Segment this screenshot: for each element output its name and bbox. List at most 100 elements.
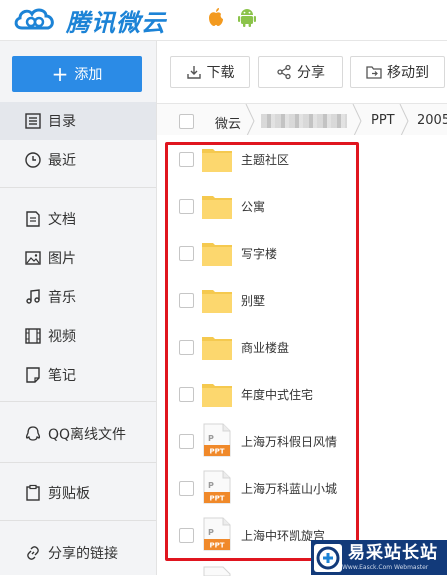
file-name[interactable]: 上海万科蓝山小城 <box>241 480 337 497</box>
android-icon[interactable] <box>238 7 256 27</box>
music-icon <box>24 288 42 306</box>
sidebar-item-label: 音乐 <box>48 290 76 306</box>
apple-icon[interactable] <box>208 7 224 27</box>
row-checkbox[interactable] <box>179 481 194 496</box>
file-name[interactable]: 年度中式住宅 <box>241 386 313 403</box>
sidebar-item-shared-links[interactable]: 分享的链接 <box>0 534 156 572</box>
folder-icon <box>202 149 232 172</box>
sidebar-item-images[interactable]: 图片 <box>0 239 156 277</box>
file-name[interactable]: 主题社区 <box>241 151 289 168</box>
row-checkbox[interactable] <box>179 528 194 543</box>
sidebar-divider <box>0 401 156 402</box>
sidebar-divider <box>0 520 156 521</box>
folder-icon <box>202 243 232 266</box>
ppt-file-icon: P PPT <box>203 470 231 504</box>
sidebar-divider <box>0 187 156 188</box>
list-item[interactable]: 公寓 <box>157 182 447 230</box>
breadcrumb-current[interactable]: 2005- <box>417 113 447 128</box>
list-item[interactable]: 商业楼盘 <box>157 323 447 371</box>
sidebar-item-documents[interactable]: 文档 <box>0 200 156 238</box>
sidebar-item-music[interactable]: 音乐 <box>0 278 156 316</box>
folder-icon <box>202 196 232 219</box>
breadcrumb-blurred-segment <box>261 114 347 128</box>
sidebar-divider <box>0 462 156 463</box>
svg-text:P: P <box>208 528 214 537</box>
list-item[interactable]: 别墅 <box>157 276 447 324</box>
watermark: 易采站长站 Www.Easck.Com Webmaster <box>311 540 447 575</box>
share-label: 分享 <box>297 65 325 81</box>
sidebar-item-videos[interactable]: 视频 <box>0 317 156 355</box>
list-item[interactable]: 主题社区 <box>157 135 447 183</box>
list-item[interactable]: 年度中式住宅 <box>157 370 447 418</box>
row-checkbox[interactable] <box>179 340 194 355</box>
sidebar-item-notes[interactable]: 笔记 <box>0 356 156 394</box>
row-checkbox[interactable] <box>179 246 194 261</box>
sidebar-item-recent[interactable]: 最近 <box>0 141 156 179</box>
watermark-text: 易采站长站 <box>348 542 438 563</box>
folder-icon <box>202 290 232 313</box>
watermark-subtext: Www.Easck.Com Webmaster <box>342 563 429 571</box>
qq-icon <box>24 425 42 443</box>
add-button-label: 添加 <box>74 67 103 83</box>
folder-icon <box>202 337 232 360</box>
move-to-label: 移动到 <box>387 65 429 81</box>
plus-icon: + <box>51 62 69 86</box>
sidebar-item-directory[interactable]: 目录 <box>0 102 156 140</box>
download-label: 下载 <box>206 65 235 81</box>
row-checkbox[interactable] <box>179 293 194 308</box>
move-to-button[interactable]: 移动到 <box>350 56 445 88</box>
ppt-badge-text: PPT <box>209 448 224 456</box>
sidebar-item-label: 文档 <box>48 212 76 228</box>
list-item[interactable]: P PPT 上海万科假日风情 <box>157 417 447 465</box>
move-folder-icon <box>366 66 382 79</box>
sidebar: + 添加 目录 最近 文档 图片 音乐 视频 笔记 QQ离线文件 剪贴板 分享的… <box>0 41 157 575</box>
document-icon <box>24 210 42 228</box>
list-item[interactable]: P PPT 上海万科蓝山小城 <box>157 464 447 512</box>
download-button[interactable]: 下载 <box>170 56 250 88</box>
download-icon <box>186 66 201 79</box>
file-name[interactable]: 写字楼 <box>241 245 277 262</box>
add-button[interactable]: + 添加 <box>12 56 142 92</box>
breadcrumb-root[interactable]: 微云 <box>215 113 241 132</box>
clock-icon <box>24 151 42 169</box>
breadcrumb-separator-icon <box>352 104 362 138</box>
sidebar-item-label: QQ离线文件 <box>48 427 127 443</box>
row-checkbox[interactable] <box>179 199 194 214</box>
ppt-badge-text: PPT <box>209 495 224 503</box>
file-name[interactable]: 别墅 <box>241 292 265 309</box>
ppt-badge-text: PPT <box>209 542 224 550</box>
share-button[interactable]: 分享 <box>258 56 343 88</box>
ppt-file-icon: P PPT <box>203 423 231 457</box>
sidebar-item-clipboard[interactable]: 剪贴板 <box>0 474 156 512</box>
file-name[interactable]: 商业楼盘 <box>241 339 289 356</box>
select-all-checkbox[interactable] <box>179 114 194 129</box>
image-icon <box>24 249 42 267</box>
file-name[interactable]: 公寓 <box>241 198 265 215</box>
row-checkbox[interactable] <box>179 434 194 449</box>
folder-icon <box>202 384 232 407</box>
share-icon <box>277 64 291 80</box>
note-icon <box>24 366 42 384</box>
breadcrumb: 微云 PPT 2005- <box>157 103 447 139</box>
watermark-logo-icon <box>314 543 342 572</box>
app-logo-text[interactable]: 腾讯微云 <box>66 3 166 38</box>
link-icon <box>24 544 42 562</box>
sidebar-item-label: 视频 <box>48 329 76 345</box>
breadcrumb-separator-icon <box>399 104 409 138</box>
list-icon <box>24 112 42 130</box>
cloud-logo-icon[interactable] <box>12 6 58 34</box>
sidebar-item-qq-offline-files[interactable]: QQ离线文件 <box>0 415 156 453</box>
row-checkbox[interactable] <box>179 152 194 167</box>
sidebar-item-label: 最近 <box>48 153 76 169</box>
row-checkbox[interactable] <box>179 387 194 402</box>
svg-text:P: P <box>208 434 214 443</box>
sidebar-item-label: 剪贴板 <box>48 486 90 502</box>
breadcrumb-separator-icon <box>245 104 255 138</box>
ppt-file-icon: P PPT <box>203 517 231 551</box>
sidebar-item-label: 目录 <box>48 114 76 130</box>
breadcrumb-folder[interactable]: PPT <box>371 113 395 128</box>
file-name[interactable]: 上海万科假日风情 <box>241 433 337 450</box>
sidebar-item-label: 笔记 <box>48 368 76 384</box>
svg-text:P: P <box>208 481 214 490</box>
list-item[interactable]: 写字楼 <box>157 229 447 277</box>
